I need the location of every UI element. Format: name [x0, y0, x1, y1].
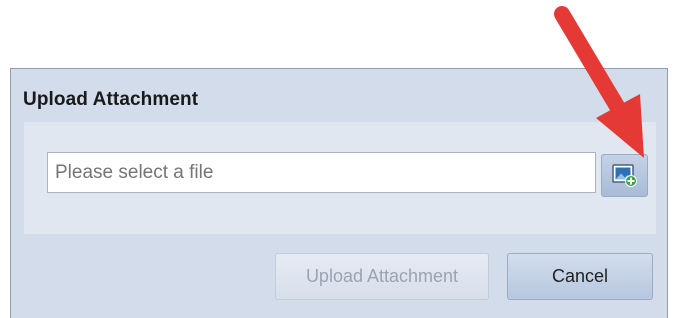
file-path-input[interactable]	[47, 152, 596, 193]
cancel-button[interactable]: Cancel	[507, 253, 653, 300]
image-add-icon	[612, 164, 637, 187]
file-select-panel	[24, 122, 656, 234]
browse-file-button[interactable]	[601, 154, 648, 197]
upload-attachment-button[interactable]: Upload Attachment	[275, 253, 489, 300]
upload-attachment-dialog: Upload Attachment Upload Attachment Canc…	[10, 68, 668, 318]
dialog-title: Upload Attachment	[23, 89, 199, 110]
